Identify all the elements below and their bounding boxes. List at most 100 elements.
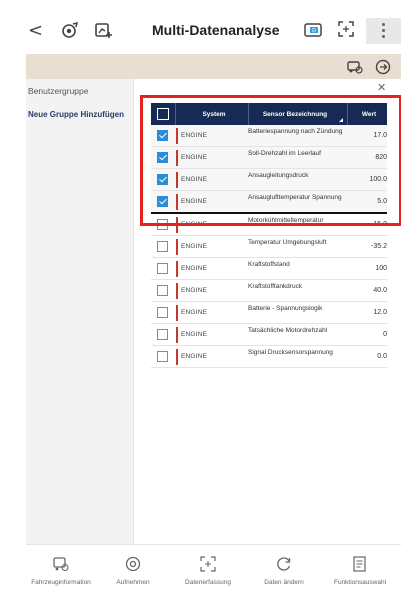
vehicle-settings-icon[interactable] bbox=[346, 58, 364, 76]
system-cell: ENGINE bbox=[181, 243, 208, 250]
table-row[interactable]: ENGINE Batterie - Spannungslogik 12.0 bbox=[151, 302, 387, 324]
refresh-icon bbox=[277, 557, 291, 571]
table-row[interactable]: ENGINE Signal Drucksensorspannung 0.0 bbox=[151, 346, 387, 368]
table-row[interactable]: ENGINE Kraftstoffstand 100 bbox=[151, 258, 387, 280]
value-cell: 100 bbox=[375, 265, 387, 272]
document-icon bbox=[353, 556, 366, 572]
system-cell: ENGINE bbox=[181, 287, 208, 294]
system-marker bbox=[176, 349, 178, 365]
value-cell: 17.0 bbox=[373, 132, 387, 139]
capture-icon bbox=[200, 556, 216, 572]
car-settings-icon bbox=[53, 557, 69, 572]
sensor-cell: Tatsächliche Motordrehzahl bbox=[248, 327, 328, 334]
svg-text:D: D bbox=[312, 28, 316, 34]
system-cell: ENGINE bbox=[181, 154, 208, 161]
sensor-cell: Temperatur Umgebungsluft bbox=[248, 239, 327, 246]
row-checkbox[interactable] bbox=[157, 329, 168, 340]
close-icon[interactable]: ✕ bbox=[377, 81, 386, 94]
table-row[interactable]: ENGINE Motorkühlmitteltemperatur 15.0 bbox=[151, 214, 387, 236]
nav-capture[interactable]: Datenerfassung bbox=[173, 555, 243, 586]
system-marker bbox=[176, 327, 178, 343]
sensor-cell: Batterie - Spannungslogik bbox=[248, 305, 323, 312]
more-icon[interactable] bbox=[366, 18, 401, 44]
system-cell: ENGINE bbox=[181, 176, 208, 183]
value-cell: 15.0 bbox=[373, 221, 387, 228]
system-cell: ENGINE bbox=[181, 309, 208, 316]
nav-function-select[interactable]: Funktionsauswahl bbox=[325, 555, 395, 586]
resize-handle-icon[interactable] bbox=[339, 118, 343, 122]
table-row[interactable]: ENGINE Ansaugleitungsdruck 100.0 bbox=[151, 169, 387, 191]
sensor-cell: Motorkühlmitteltemperatur bbox=[248, 217, 324, 224]
sensor-table: System Sensor Bezeichnung Wert ENGINE Bat… bbox=[151, 103, 387, 368]
nav-record[interactable]: Aufnehmen bbox=[98, 555, 168, 586]
system-marker bbox=[176, 283, 178, 299]
row-checkbox[interactable] bbox=[157, 130, 168, 141]
row-checkbox[interactable] bbox=[157, 152, 168, 163]
row-checkbox[interactable] bbox=[157, 241, 168, 252]
add-group-button[interactable]: Neue Gruppe Hinzufügen bbox=[28, 110, 124, 119]
value-cell: 100.0 bbox=[369, 176, 387, 183]
fullscreen-icon[interactable] bbox=[337, 20, 359, 42]
system-cell: ENGINE bbox=[181, 221, 208, 228]
system-cell: ENGINE bbox=[181, 198, 208, 205]
value-cell: 0 bbox=[383, 331, 387, 338]
sensor-cell: Kraftstoffstand bbox=[248, 261, 290, 268]
row-checkbox[interactable] bbox=[157, 307, 168, 318]
row-checkbox[interactable] bbox=[157, 174, 168, 185]
table-row[interactable]: ENGINE Tatsächliche Motordrehzahl 0 bbox=[151, 324, 387, 346]
record-icon bbox=[125, 556, 141, 572]
value-cell: 12.0 bbox=[373, 309, 387, 316]
group-panel bbox=[26, 79, 134, 544]
bottom-nav: Fahrzeuginformation Aufnehmen Datenerfas… bbox=[26, 544, 401, 596]
column-value[interactable]: Wert bbox=[351, 111, 387, 118]
table-body: ENGINE Batteriespannung nach Zündung 17.0 E… bbox=[151, 125, 387, 368]
system-marker bbox=[176, 172, 178, 188]
system-cell: ENGINE bbox=[181, 132, 208, 139]
table-row[interactable]: ENGINE Temperatur Umgebungsluft -35.2 bbox=[151, 236, 387, 258]
row-checkbox[interactable] bbox=[157, 263, 168, 274]
system-marker bbox=[176, 239, 178, 255]
row-checkbox[interactable] bbox=[157, 351, 168, 362]
table-header: System Sensor Bezeichnung Wert bbox=[151, 103, 387, 125]
system-cell: ENGINE bbox=[181, 353, 208, 360]
table-row[interactable]: ENGINE Ansauglufttemperatur Spannung 5.0 bbox=[151, 191, 387, 214]
data-source-icon[interactable]: D bbox=[303, 20, 325, 42]
system-marker bbox=[176, 128, 178, 144]
graph-settings-icon[interactable] bbox=[94, 20, 116, 42]
sensor-cell: Ansauglufttemperatur Spannung bbox=[248, 194, 342, 201]
group-label: Benutzergruppe bbox=[28, 86, 89, 96]
value-cell: 0.0 bbox=[377, 353, 387, 360]
column-system[interactable]: System bbox=[181, 111, 247, 118]
system-cell: ENGINE bbox=[181, 265, 208, 272]
row-checkbox[interactable] bbox=[157, 196, 168, 207]
row-checkbox[interactable] bbox=[157, 219, 168, 230]
select-all-checkbox[interactable] bbox=[157, 108, 169, 120]
sensor-cell: Kraftstofftankdruck bbox=[248, 283, 303, 290]
sensor-cell: Batteriespannung nach Zündung bbox=[248, 128, 343, 135]
system-cell: ENGINE bbox=[181, 331, 208, 338]
system-marker bbox=[176, 305, 178, 321]
recorder-icon[interactable] bbox=[60, 20, 82, 42]
system-marker bbox=[176, 217, 178, 233]
value-cell: -35.2 bbox=[371, 243, 387, 250]
sensor-cell: Signal Drucksensorspannung bbox=[248, 349, 333, 356]
table-row[interactable]: ENGINE Kraftstofftankdruck 40.0 bbox=[151, 280, 387, 302]
value-cell: 40.0 bbox=[373, 287, 387, 294]
system-marker bbox=[176, 261, 178, 277]
secondary-toolbar bbox=[26, 54, 401, 79]
nav-vehicle-info[interactable]: Fahrzeuginformation bbox=[26, 555, 96, 586]
next-icon[interactable] bbox=[374, 58, 392, 76]
column-sensor[interactable]: Sensor Bezeichnung bbox=[251, 111, 339, 118]
nav-change-data[interactable]: Daten ändern bbox=[249, 555, 319, 586]
value-cell: 5.0 bbox=[377, 198, 387, 205]
back-icon[interactable]: < bbox=[28, 22, 50, 44]
sensor-cell: Soll-Drehzahl im Leerlauf bbox=[248, 150, 321, 157]
sensor-cell: Ansaugleitungsdruck bbox=[248, 172, 309, 179]
table-row[interactable]: ENGINE Batteriespannung nach Zündung 17.0 bbox=[151, 125, 387, 147]
page-title: Multi-Datenanalyse bbox=[152, 22, 280, 38]
app-header: < Multi-Datenanalyse D bbox=[0, 0, 401, 54]
system-marker bbox=[176, 194, 178, 210]
table-row[interactable]: ENGINE Soll-Drehzahl im Leerlauf 820 bbox=[151, 147, 387, 169]
system-marker bbox=[176, 150, 178, 166]
row-checkbox[interactable] bbox=[157, 285, 168, 296]
